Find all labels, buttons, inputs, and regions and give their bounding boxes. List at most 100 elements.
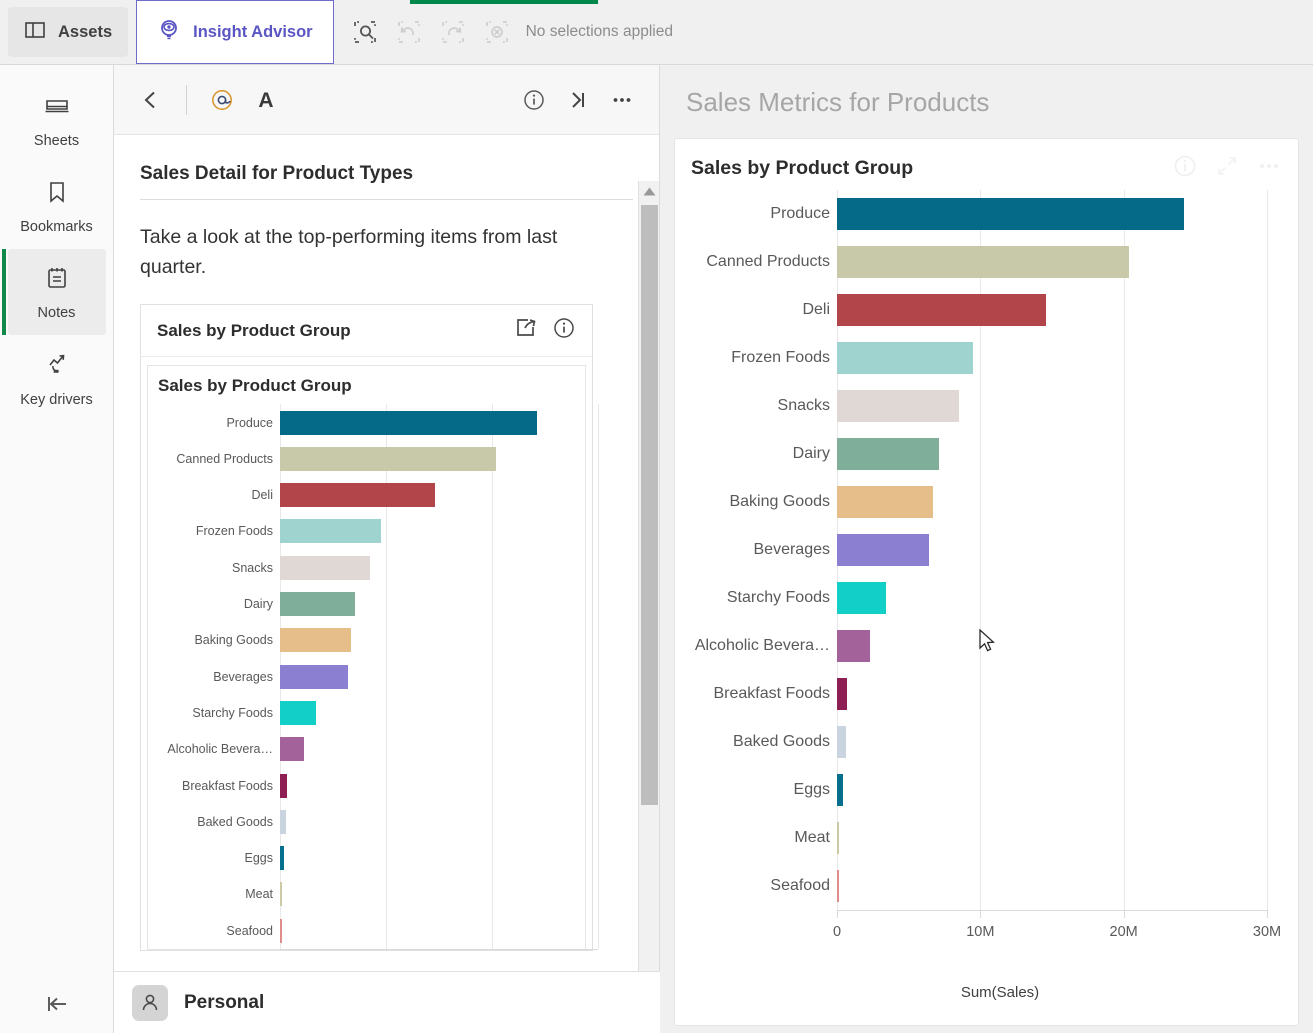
- embedded-chart-card[interactable]: Sales by Product Group Sales by Product …: [140, 304, 599, 951]
- info-icon[interactable]: [515, 81, 553, 119]
- bar[interactable]: [837, 534, 929, 566]
- sidebar-item-bookmarks[interactable]: Bookmarks: [8, 163, 106, 249]
- bar[interactable]: [280, 664, 348, 689]
- main-bar-chart-plot[interactable]: Produce Canned Products Deli Frozen Foods Sn…: [675, 190, 1298, 940]
- bar[interactable]: [837, 678, 848, 710]
- sidebar-item-sheets[interactable]: Sheets: [8, 77, 106, 163]
- bar[interactable]: [280, 446, 497, 471]
- bar[interactable]: [837, 582, 886, 614]
- bar[interactable]: [280, 519, 381, 544]
- bar[interactable]: [280, 737, 305, 762]
- bar-row[interactable]: Baking Goods: [158, 622, 598, 658]
- bar-row[interactable]: Eggs: [675, 766, 1267, 814]
- bar-row[interactable]: Frozen Foods: [158, 513, 598, 549]
- bar-row[interactable]: Snacks: [158, 550, 598, 586]
- collapse-left-icon[interactable]: [0, 993, 114, 1015]
- bar-row[interactable]: Meat: [158, 876, 598, 912]
- bar-row[interactable]: Dairy: [158, 586, 598, 622]
- embedded-chart[interactable]: Sales by Product Group Produce Canned Pro…: [147, 365, 599, 950]
- note-title: Sales Detail for Product Types: [140, 163, 414, 184]
- bar-row[interactable]: Canned Products: [675, 238, 1267, 286]
- bar-row[interactable]: Canned Products: [158, 441, 598, 477]
- clear-selections-button[interactable]: [480, 15, 514, 49]
- scrollbar-thumb[interactable]: [641, 205, 658, 805]
- bar-row[interactable]: Snacks: [675, 382, 1267, 430]
- bar-row[interactable]: Starchy Foods: [675, 574, 1267, 622]
- bar-row[interactable]: Breakfast Foods: [675, 670, 1267, 718]
- bar-track: [280, 410, 598, 435]
- bar-row[interactable]: Frozen Foods: [675, 334, 1267, 382]
- bar-row[interactable]: Deli: [675, 286, 1267, 334]
- assets-tab[interactable]: Assets: [8, 7, 129, 57]
- bar-track: [837, 870, 1267, 902]
- undo-button[interactable]: [392, 15, 426, 49]
- bar-track: [837, 390, 1267, 422]
- bar-row[interactable]: Deli: [158, 477, 598, 513]
- bar[interactable]: [837, 774, 843, 806]
- at-mention-icon[interactable]: [203, 81, 241, 119]
- bar[interactable]: [280, 555, 371, 580]
- text-format-icon[interactable]: A: [247, 81, 285, 119]
- bar-track: [280, 737, 598, 762]
- bar[interactable]: [280, 410, 537, 435]
- bar[interactable]: [280, 773, 288, 798]
- more-options-icon[interactable]: [603, 81, 641, 119]
- bar-row[interactable]: Meat: [675, 814, 1267, 862]
- sidebar-item-label: Notes: [37, 304, 76, 321]
- bar[interactable]: [280, 700, 317, 725]
- bar-row[interactable]: Baked Goods: [158, 804, 598, 840]
- scroll-up-arrow[interactable]: [639, 181, 659, 202]
- bar[interactable]: [837, 294, 1047, 326]
- bar[interactable]: [837, 198, 1184, 230]
- bar[interactable]: [280, 846, 285, 871]
- sidebar-item-key-drivers[interactable]: Key drivers: [8, 335, 106, 421]
- bar[interactable]: [280, 918, 282, 943]
- person-avatar-icon[interactable]: [132, 984, 168, 1021]
- selection-search-button[interactable]: [348, 15, 382, 49]
- bar[interactable]: [837, 822, 840, 854]
- bar-row[interactable]: Alcoholic Bevera…: [675, 622, 1267, 670]
- bar-row[interactable]: Produce: [158, 404, 598, 440]
- sidebar-item-notes[interactable]: Notes: [1, 249, 106, 335]
- bar-track: [280, 700, 598, 725]
- bar[interactable]: [837, 342, 974, 374]
- bar[interactable]: [837, 870, 839, 902]
- back-chevron-icon[interactable]: [132, 81, 170, 119]
- bar[interactable]: [837, 390, 959, 422]
- embedded-bar-chart-plot[interactable]: Produce Canned Products Deli Frozen Foods Sn…: [158, 404, 599, 950]
- bar-row[interactable]: Beverages: [158, 659, 598, 695]
- bar-row[interactable]: Seafood: [158, 913, 598, 949]
- bar-category-label: Meat: [794, 829, 830, 846]
- bar-row[interactable]: Beverages: [675, 526, 1267, 574]
- bar[interactable]: [837, 726, 846, 758]
- share-external-icon[interactable]: [514, 316, 538, 345]
- insight-advisor-tab[interactable]: Insight Advisor: [136, 0, 334, 64]
- bar[interactable]: [280, 882, 282, 907]
- collapse-right-icon[interactable]: [559, 81, 597, 119]
- bar[interactable]: [280, 483, 435, 508]
- more-options-icon[interactable]: [1256, 153, 1282, 184]
- bar-row[interactable]: Seafood: [675, 862, 1267, 910]
- bar-row[interactable]: Starchy Foods: [158, 695, 598, 731]
- embedded-card-header: Sales by Product Group: [141, 305, 592, 358]
- bar-row[interactable]: Produce: [675, 190, 1267, 238]
- bar[interactable]: [837, 630, 870, 662]
- info-icon[interactable]: [1172, 153, 1198, 184]
- bar[interactable]: [837, 246, 1130, 278]
- bar-row[interactable]: Baked Goods: [675, 718, 1267, 766]
- bar[interactable]: [837, 438, 939, 470]
- expand-icon[interactable]: [1214, 153, 1240, 184]
- notes-scrollbar[interactable]: [638, 181, 659, 1033]
- chart-card[interactable]: Sales by Product Group Produce Canned Pr…: [674, 138, 1299, 1026]
- bar-row[interactable]: Breakfast Foods: [158, 767, 598, 803]
- bar-row[interactable]: Dairy: [675, 430, 1267, 478]
- bar-row[interactable]: Eggs: [158, 840, 598, 876]
- bar[interactable]: [280, 809, 287, 834]
- bar[interactable]: [280, 628, 352, 653]
- bar-row[interactable]: Alcoholic Bevera…: [158, 731, 598, 767]
- info-icon[interactable]: [552, 316, 576, 345]
- bar[interactable]: [280, 592, 356, 617]
- bar-row[interactable]: Baking Goods: [675, 478, 1267, 526]
- redo-button[interactable]: [436, 15, 470, 49]
- bar[interactable]: [837, 486, 934, 518]
